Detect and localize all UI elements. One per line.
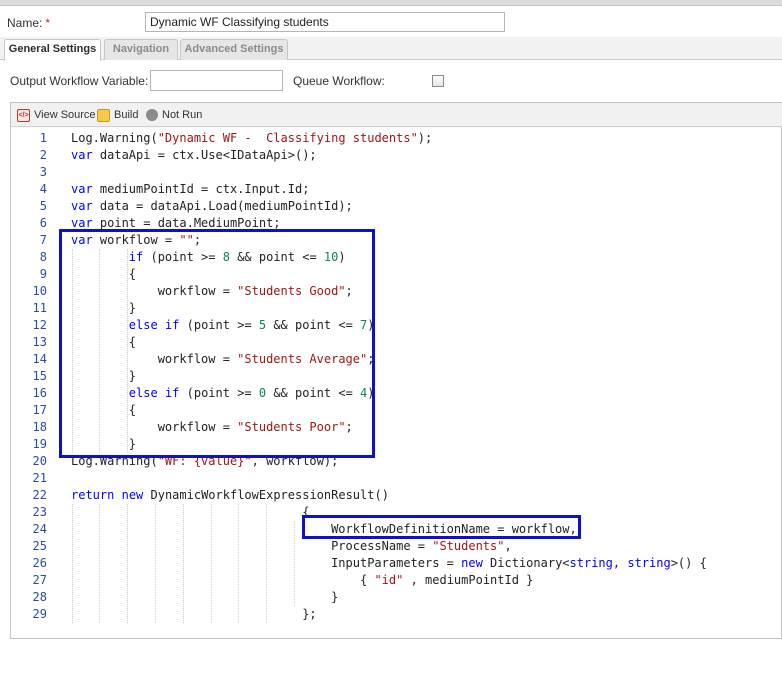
code-line: 5 var data = dataApi.Load(mediumPointId); (11, 198, 781, 215)
line-number: 29 (32, 607, 47, 621)
build-icon (97, 108, 110, 122)
queue-workflow-label: Queue Workflow: (293, 74, 385, 88)
page-footer-space (0, 640, 782, 681)
code-text: ProcessName = "Students", (71, 539, 512, 553)
view-source-button[interactable]: </> View Source (17, 107, 96, 123)
indent-guide (155, 504, 156, 623)
code-line: 2 var dataApi = ctx.Use<IDataApi>(); (11, 147, 781, 164)
code-text: return new DynamicWorkflowExpressionResu… (71, 488, 389, 502)
indent-guide (211, 504, 212, 623)
line-number: 24 (32, 522, 47, 536)
indent-guide (183, 504, 184, 623)
code-area[interactable]: 1 Log.Warning("Dynamic WF - Classifying s… (11, 128, 781, 638)
name-row: Name: * (0, 6, 782, 40)
line-number: 14 (32, 352, 47, 366)
code-text: } (71, 590, 339, 604)
build-button[interactable]: Build (97, 107, 138, 123)
run-status: Not Run (146, 107, 202, 123)
required-mark: * (45, 16, 51, 30)
code-text: InputParameters = new Dictionary<string,… (71, 556, 707, 570)
line-number: 28 (32, 590, 47, 604)
code-text: Log.Warning("Dynamic WF - Classifying st… (71, 131, 433, 145)
tab-advanced-settings[interactable]: Advanced Settings (180, 39, 288, 60)
name-input[interactable] (145, 12, 505, 32)
view-source-label: View Source (34, 109, 96, 121)
line-number: 25 (32, 539, 47, 553)
line-number: 22 (32, 488, 47, 502)
editor-toolbar: </> View Source Build Not Run (11, 103, 782, 127)
code-editor: </> View Source Build Not Run 1 Log.Warni… (10, 102, 782, 639)
indent-guide (266, 504, 267, 623)
view-source-icon: </> (17, 108, 30, 122)
line-number: 8 (39, 250, 47, 264)
indent-guide (72, 504, 73, 623)
line-number: 12 (32, 318, 47, 332)
code-text: var data = dataApi.Load(mediumPointId); (71, 199, 353, 213)
tab-general-settings[interactable]: General Settings (4, 39, 101, 61)
line-number: 18 (32, 420, 47, 434)
line-number: 23 (32, 505, 47, 519)
line-number: 11 (32, 301, 47, 315)
line-number: 27 (32, 573, 47, 587)
line-number: 7 (39, 233, 47, 247)
run-status-label: Not Run (162, 109, 203, 121)
line-number: 19 (32, 437, 47, 451)
line-number: 10 (32, 284, 47, 298)
code-line: 1 Log.Warning("Dynamic WF - Classifying s… (11, 130, 781, 147)
code-text: var dataApi = ctx.Use<IDataApi>(); (71, 148, 317, 162)
line-number: 5 (39, 199, 47, 213)
code-line: 22 return new DynamicWorkflowExpressionRe… (11, 487, 781, 504)
line-number: 6 (39, 216, 47, 230)
indent-guide (238, 504, 239, 623)
output-workflow-variable-input[interactable] (150, 70, 283, 91)
tab-bar: General Settings Navigation Advanced Set… (0, 37, 782, 61)
line-number: 4 (39, 182, 47, 196)
highlight-box-if-block (59, 229, 375, 458)
line-number: 9 (39, 267, 47, 281)
line-number: 16 (32, 386, 47, 400)
line-number: 1 (39, 131, 47, 145)
line-number: 13 (32, 335, 47, 349)
status-circle-icon (146, 109, 158, 121)
code-text: { (71, 505, 310, 519)
line-number: 21 (32, 471, 47, 485)
code-text: var mediumPointId = ctx.Input.Id; (71, 182, 310, 196)
indent-guide (294, 521, 295, 606)
line-number: 3 (39, 165, 47, 179)
line-number: 2 (39, 148, 47, 162)
line-number: 20 (32, 454, 47, 468)
output-workflow-variable-label: Output Workflow Variable: (10, 74, 149, 88)
line-number: 26 (32, 556, 47, 570)
code-text: }; (71, 607, 317, 621)
general-settings-panel: Output Workflow Variable: Queue Workflow… (0, 61, 782, 101)
highlight-box-definition-name (302, 515, 581, 539)
code-text: { "id" , mediumPointId } (71, 573, 534, 587)
indent-guide (99, 504, 100, 623)
queue-workflow-checkbox[interactable] (432, 75, 444, 87)
line-number: 15 (32, 369, 47, 383)
code-line: 21 (11, 470, 781, 487)
tab-navigation[interactable]: Navigation (104, 39, 178, 60)
code-line: 4 var mediumPointId = ctx.Input.Id; (11, 181, 781, 198)
name-label-text: Name: (7, 16, 43, 30)
build-label: Build (114, 109, 139, 121)
indent-guide (127, 504, 128, 623)
line-number: 17 (32, 403, 47, 417)
name-label: Name: * (7, 16, 50, 30)
code-line: 3 (11, 164, 781, 181)
